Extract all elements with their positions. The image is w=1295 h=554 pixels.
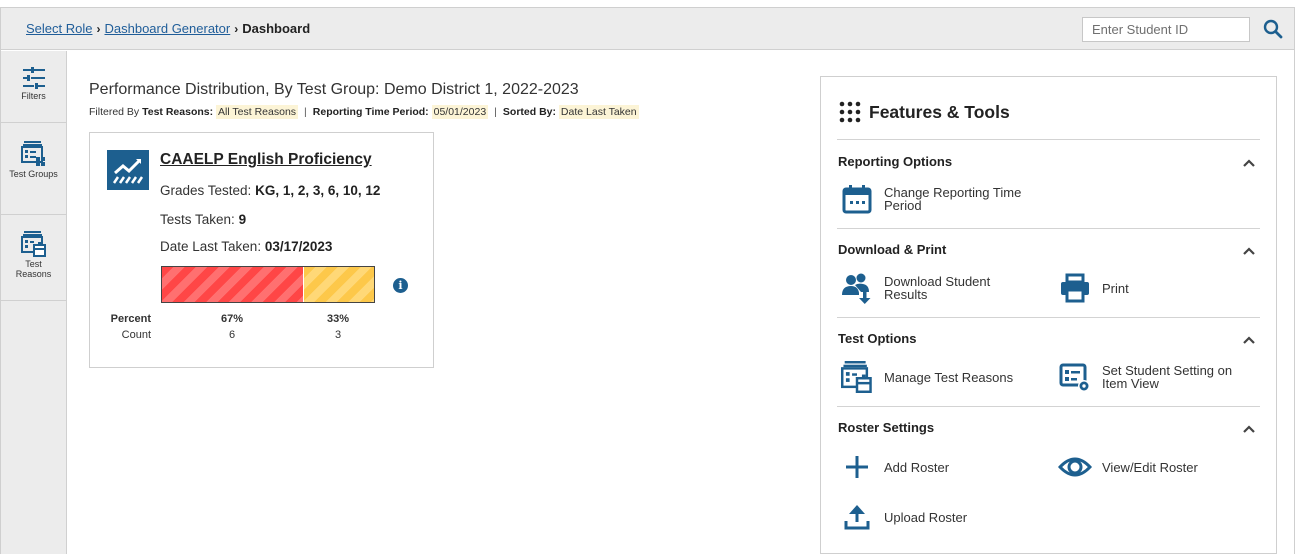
printer-icon — [1061, 273, 1089, 303]
segment-percent: 67% — [220, 313, 244, 325]
student-id-search-input[interactable] — [1082, 17, 1250, 42]
filter-divider: | — [494, 106, 497, 118]
segment-count: 3 — [334, 329, 342, 341]
sidebar-item-test-groups[interactable]: Test Groups — [1, 123, 66, 215]
plus-icon — [846, 456, 868, 478]
section-divider — [837, 228, 1260, 229]
filter-label: Test Reasons: — [142, 106, 214, 118]
search-button[interactable] — [1257, 15, 1289, 43]
date-value: 03/17/2023 — [264, 239, 333, 254]
change-reporting-time-period-button[interactable]: Change Reporting Time Period — [837, 179, 1021, 219]
tool-label: Manage Test Reasons — [884, 369, 1014, 385]
section-title-roster-settings: Roster Settings — [838, 420, 935, 435]
filter-label: Reporting Time Period: — [312, 106, 429, 118]
left-sidebar: Filters Test Groups Test Reasons — [1, 51, 67, 554]
segment-bar-1[interactable] — [162, 267, 304, 302]
tool-label: Period — [884, 198, 922, 213]
upload-icon — [844, 505, 870, 530]
date-label: Date Last Taken: — [160, 239, 262, 254]
chevron-up-icon[interactable] — [1242, 333, 1256, 347]
tool-label: View/Edit Roster — [1102, 459, 1198, 475]
top-bar: Select Role › Dashboard Generator › Dashboar… — [1, 8, 1294, 50]
view-edit-roster-button[interactable]: View/Edit Roster — [1055, 447, 1198, 487]
search-icon — [1263, 19, 1283, 39]
sidebar-item-test-reasons[interactable]: Test Reasons — [1, 215, 66, 301]
breadcrumb-separator: › — [96, 22, 101, 36]
tests-taken: Tests Taken: 9 — [160, 212, 246, 227]
filter-label: Sorted By: — [502, 106, 556, 118]
calendar-icon — [842, 185, 872, 214]
chevron-up-icon[interactable] — [1242, 244, 1256, 258]
manage-test-reasons-button[interactable]: Manage Test Reasons — [837, 357, 1013, 397]
app-frame: Select Role › Dashboard Generator › Dashboar… — [0, 7, 1295, 554]
filters-icon — [22, 67, 45, 89]
segment-count: 6 — [228, 329, 236, 341]
sidebar-item-label: Filters — [21, 91, 46, 101]
breadcrumb: Select Role › Dashboard Generator › Dashboar… — [26, 21, 310, 36]
section-title-reporting-options: Reporting Options — [838, 154, 953, 169]
filter-value: Date Last Taken — [558, 105, 639, 119]
breadcrumb-separator: › — [234, 22, 239, 36]
tests-value: 9 — [238, 212, 247, 227]
section-title-download-print: Download & Print — [838, 242, 947, 257]
features-tools-panel: Features & Tools Reporting Options Chang… — [820, 76, 1277, 554]
sidebar-item-label: Test Reasons — [15, 259, 52, 279]
sidebar-item-filters[interactable]: Filters — [1, 51, 66, 123]
chevron-up-icon[interactable] — [1242, 422, 1256, 436]
percent-row-label: Percent — [110, 313, 151, 325]
eye-icon — [1058, 457, 1092, 477]
filter-value: 05/01/2023 — [431, 105, 489, 119]
tool-label: Item View — [1102, 376, 1159, 391]
segment-percent: 33% — [326, 313, 350, 325]
section-divider — [837, 406, 1260, 407]
section-title-test-options: Test Options — [838, 331, 917, 346]
section-divider — [837, 139, 1260, 140]
features-tools-header: Features & Tools — [839, 101, 1010, 123]
features-tools-title: Features & Tools — [869, 101, 1010, 122]
grades-tested: Grades Tested: KG, 1, 2, 3, 6, 10, 12 — [160, 183, 380, 198]
count-row-label: Count — [121, 329, 151, 341]
test-reasons-icon — [841, 361, 872, 393]
download-students-icon — [842, 273, 871, 304]
upload-roster-button[interactable]: Upload Roster — [837, 497, 967, 537]
trend-chart-icon — [112, 158, 144, 184]
section-divider — [837, 317, 1260, 318]
tool-label: Results — [884, 287, 928, 302]
test-group-logo — [107, 150, 149, 190]
breadcrumb-current: Dashboard — [242, 21, 311, 36]
breadcrumb-dashboard-generator[interactable]: Dashboard Generator — [104, 21, 230, 36]
test-groups-icon — [20, 141, 45, 166]
add-roster-button[interactable]: Add Roster — [837, 447, 949, 487]
test-group-card: CAAELP English Proficiency Grades Tested… — [89, 132, 434, 368]
info-icon[interactable]: i — [393, 278, 408, 293]
filter-value: All Test Reasons — [216, 105, 299, 119]
tests-label: Tests Taken: — [160, 212, 235, 227]
grid-dots-icon — [839, 101, 861, 123]
grades-value: KG, 1, 2, 3, 6, 10, 12 — [255, 183, 381, 198]
filter-prefix: Filtered By — [89, 106, 140, 118]
test-group-title-link[interactable]: CAAELP English Proficiency — [160, 151, 372, 169]
tool-label: Print — [1102, 280, 1129, 296]
test-reasons-icon — [20, 231, 46, 257]
tool-label: Add Roster — [884, 459, 950, 475]
filter-summary: Filtered By Test Reasons: All Test Reaso… — [89, 105, 639, 119]
student-setting-icon — [1059, 363, 1090, 392]
set-student-setting-button[interactable]: Set Student Setting on Item View — [1055, 357, 1232, 397]
chevron-up-icon[interactable] — [1242, 156, 1256, 170]
segment-bar-2[interactable] — [304, 267, 374, 302]
breadcrumb-select-role[interactable]: Select Role — [26, 21, 92, 36]
filter-divider: | — [304, 106, 307, 118]
performance-distribution-bar[interactable] — [161, 266, 375, 303]
print-button[interactable]: Print — [1055, 268, 1129, 308]
date-last-taken: Date Last Taken: 03/17/2023 — [160, 239, 332, 254]
tool-label: Upload Roster — [884, 509, 968, 525]
page-title: Performance Distribution, By Test Group:… — [89, 81, 579, 98]
download-student-results-button[interactable]: Download Student Results — [837, 268, 990, 308]
grades-label: Grades Tested: — [160, 183, 252, 198]
sidebar-item-label: Test Groups — [9, 169, 58, 179]
